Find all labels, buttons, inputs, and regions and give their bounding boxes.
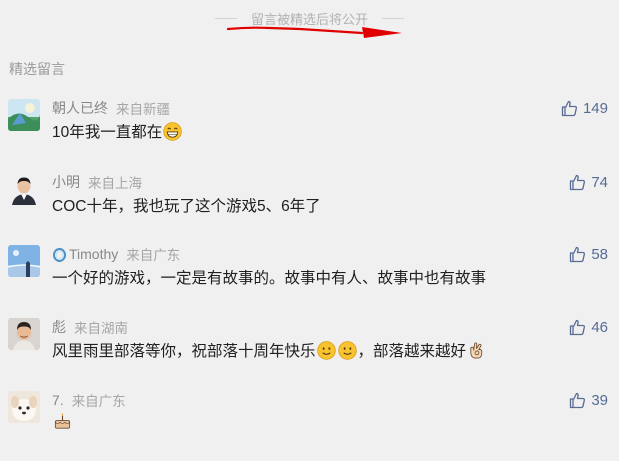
user-name[interactable]: 彪 bbox=[52, 317, 66, 337]
comment-header: 小明 来自上海 bbox=[52, 173, 142, 191]
comment-header: 7. 来自广东 bbox=[52, 391, 126, 409]
like-button[interactable]: 149 bbox=[561, 98, 608, 118]
like-button[interactable]: 39 bbox=[569, 390, 608, 410]
comment-header: 朝人已终 来自新疆 bbox=[52, 99, 170, 117]
thumbs-up-icon bbox=[570, 174, 586, 190]
comment-text: 一个好的游戏，一定是有故事的。故事中有人、故事中也有故事 bbox=[52, 266, 486, 288]
user-location: 来自上海 bbox=[88, 176, 142, 191]
like-count: 58 bbox=[591, 245, 608, 263]
like-count: 149 bbox=[582, 99, 608, 117]
like-button[interactable]: 58 bbox=[569, 244, 608, 264]
like-count: 39 bbox=[591, 391, 608, 409]
thumbs-up-icon bbox=[570, 319, 586, 335]
comment-text-content: COC十年，我也玩了这个游戏5、6年了 bbox=[52, 198, 321, 215]
avatar[interactable] bbox=[8, 99, 40, 131]
comment-text-content: 10年我一直都在 bbox=[52, 124, 163, 141]
thumbs-up-icon bbox=[561, 100, 577, 116]
comment-item: Timothy 来自广东 一个好的游戏，一定是有故事的。故事中有人、故事中也有故… bbox=[0, 245, 619, 315]
avatar[interactable] bbox=[8, 318, 40, 350]
grin-emoji bbox=[163, 121, 182, 141]
like-count: 74 bbox=[591, 173, 608, 191]
comment-item: 彪 来自湖南 风里雨里部落等你，祝部落十周年快乐 ，部落越来越好 46 bbox=[0, 318, 619, 388]
user-location: 来自广东 bbox=[126, 248, 181, 263]
thumbs-up-icon bbox=[570, 246, 586, 262]
comment-text: COC十年，我也玩了这个游戏5、6年了 bbox=[52, 194, 321, 216]
user-name[interactable]: 朝人已终 bbox=[52, 98, 108, 118]
comment-text bbox=[52, 412, 73, 431]
comment-text: 10年我一直都在 bbox=[52, 120, 183, 142]
user-location: 来自湖南 bbox=[74, 321, 128, 336]
avatar[interactable] bbox=[8, 391, 40, 423]
like-button[interactable]: 46 bbox=[569, 317, 608, 337]
user-location: 来自广东 bbox=[71, 394, 126, 409]
comment-header: Timothy 来自广东 bbox=[52, 245, 180, 263]
comment-item: 朝人已终 来自新疆 10年我一直都在 149 bbox=[0, 99, 619, 169]
section-title: 精选留言 bbox=[9, 61, 65, 77]
avatar[interactable] bbox=[8, 245, 40, 277]
avatar[interactable] bbox=[8, 173, 40, 205]
thumbs-up-icon bbox=[570, 392, 586, 408]
comment-text-content: 风里雨里部落等你，祝部落十周年快乐 bbox=[52, 343, 316, 360]
comment-text: 风里雨里部落等你，祝部落十周年快乐 ，部落越来越好 bbox=[52, 339, 487, 361]
user-name[interactable]: Timothy bbox=[69, 246, 118, 262]
comment-header: 彪 来自湖南 bbox=[52, 318, 128, 336]
cake-emoji bbox=[54, 413, 71, 429]
like-count: 46 bbox=[591, 318, 608, 336]
user-location: 来自新疆 bbox=[116, 102, 170, 117]
smile-emoji bbox=[316, 340, 336, 360]
comment-item: 小明 来自上海 COC十年，我也玩了这个游戏5、6年了 74 bbox=[0, 173, 619, 243]
comment-text-content: 一个好的游戏，一定是有故事的。故事中有人、故事中也有故事 bbox=[52, 270, 487, 287]
ok-hand-emoji bbox=[470, 341, 483, 359]
like-button[interactable]: 74 bbox=[569, 172, 608, 192]
smile-emoji bbox=[337, 340, 357, 360]
ring-emoji-icon bbox=[53, 247, 66, 262]
user-name[interactable]: 小明 bbox=[52, 172, 80, 192]
comment-item: 7. 来自广东 39 bbox=[0, 391, 619, 461]
user-name[interactable]: 7. bbox=[52, 392, 64, 408]
comment-text-content: ，部落越来越好 bbox=[357, 343, 467, 360]
red-underline-arrow-annotation bbox=[226, 26, 402, 38]
